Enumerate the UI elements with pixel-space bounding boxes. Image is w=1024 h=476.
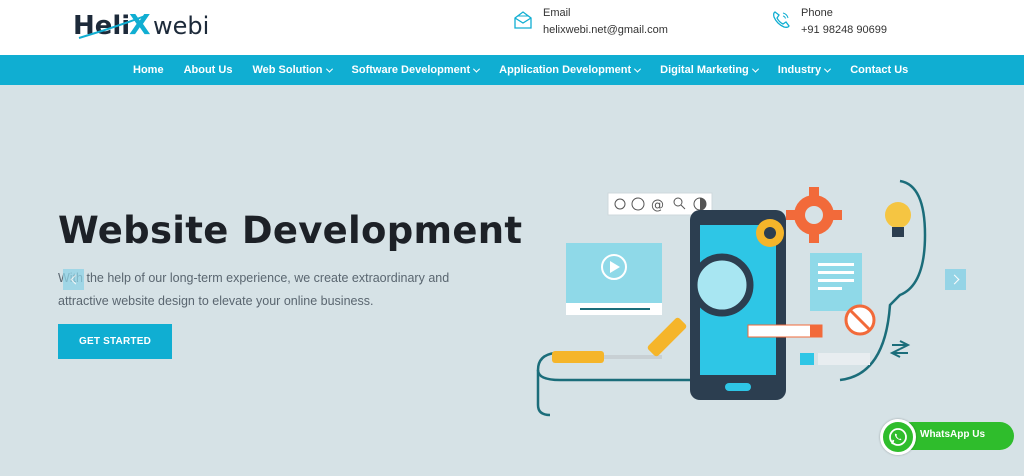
get-started-button[interactable]: GET STARTED <box>58 324 172 359</box>
top-header: Heli X webi Email helixwebi.net@gmail.co… <box>0 0 1024 55</box>
nav-item-about-us[interactable]: About Us <box>184 64 233 76</box>
whatsapp-label: WhatsApp Us <box>920 429 985 440</box>
main-nav: Home About Us Web Solution Software Deve… <box>0 55 1024 85</box>
chevron-down-icon <box>751 65 759 73</box>
nav-label: Home <box>133 64 164 76</box>
nav-item-software-development[interactable]: Software Development <box>351 64 481 76</box>
hero-title: Website Development <box>58 209 523 252</box>
yellow-gear <box>756 219 784 247</box>
chevron-down-icon <box>824 65 832 73</box>
orange-gear <box>786 187 842 243</box>
nav-list: Home About Us Web Solution Software Deve… <box>133 55 928 85</box>
nav-item-web-solution[interactable]: Web Solution <box>252 64 333 76</box>
email-icon <box>514 11 532 29</box>
email-label: Email <box>543 7 571 19</box>
nav-label: Web Solution <box>252 64 323 76</box>
svg-text:@: @ <box>651 198 664 213</box>
nav-label: Contact Us <box>850 64 909 76</box>
nav-label: Industry <box>777 64 822 76</box>
email-contact[interactable]: Email helixwebi.net@gmail.com <box>512 6 668 39</box>
nav-label: Application Development <box>499 64 632 76</box>
nav-item-digital-marketing[interactable]: Digital Marketing <box>660 64 759 76</box>
chevron-left-icon <box>70 274 80 285</box>
email-address[interactable]: helixwebi.net@gmail.com <box>543 22 668 39</box>
nav-label: Digital Marketing <box>660 64 749 76</box>
phone-label: Phone <box>801 7 833 19</box>
chevron-down-icon <box>473 65 481 73</box>
phone-icon <box>773 11 790 28</box>
phone-contact[interactable]: Phone +91 98248 90699 <box>770 6 887 39</box>
phone-number[interactable]: +91 98248 90699 <box>801 22 887 39</box>
nav-item-application-development[interactable]: Application Development <box>499 64 642 76</box>
chevron-down-icon <box>634 65 642 73</box>
whatsapp-icon <box>880 419 916 455</box>
chevron-right-icon <box>949 274 959 285</box>
hero-description: With the help of our long-term experienc… <box>58 271 450 308</box>
hero-slider: Website Development With the help of our… <box>0 85 1024 476</box>
nav-item-industry[interactable]: Industry <box>777 64 832 76</box>
helixwebi-logo[interactable]: Heli X webi <box>73 8 213 42</box>
nav-label: About Us <box>183 64 233 76</box>
slider-prev-button[interactable] <box>63 269 84 290</box>
nav-item-contact-us[interactable]: Contact Us <box>850 64 908 76</box>
nav-label: Software Development <box>351 64 471 76</box>
svg-text:X: X <box>129 8 151 41</box>
chevron-down-icon <box>325 65 333 73</box>
nav-item-home[interactable]: Home <box>133 64 164 76</box>
svg-text:webi: webi <box>153 12 209 40</box>
